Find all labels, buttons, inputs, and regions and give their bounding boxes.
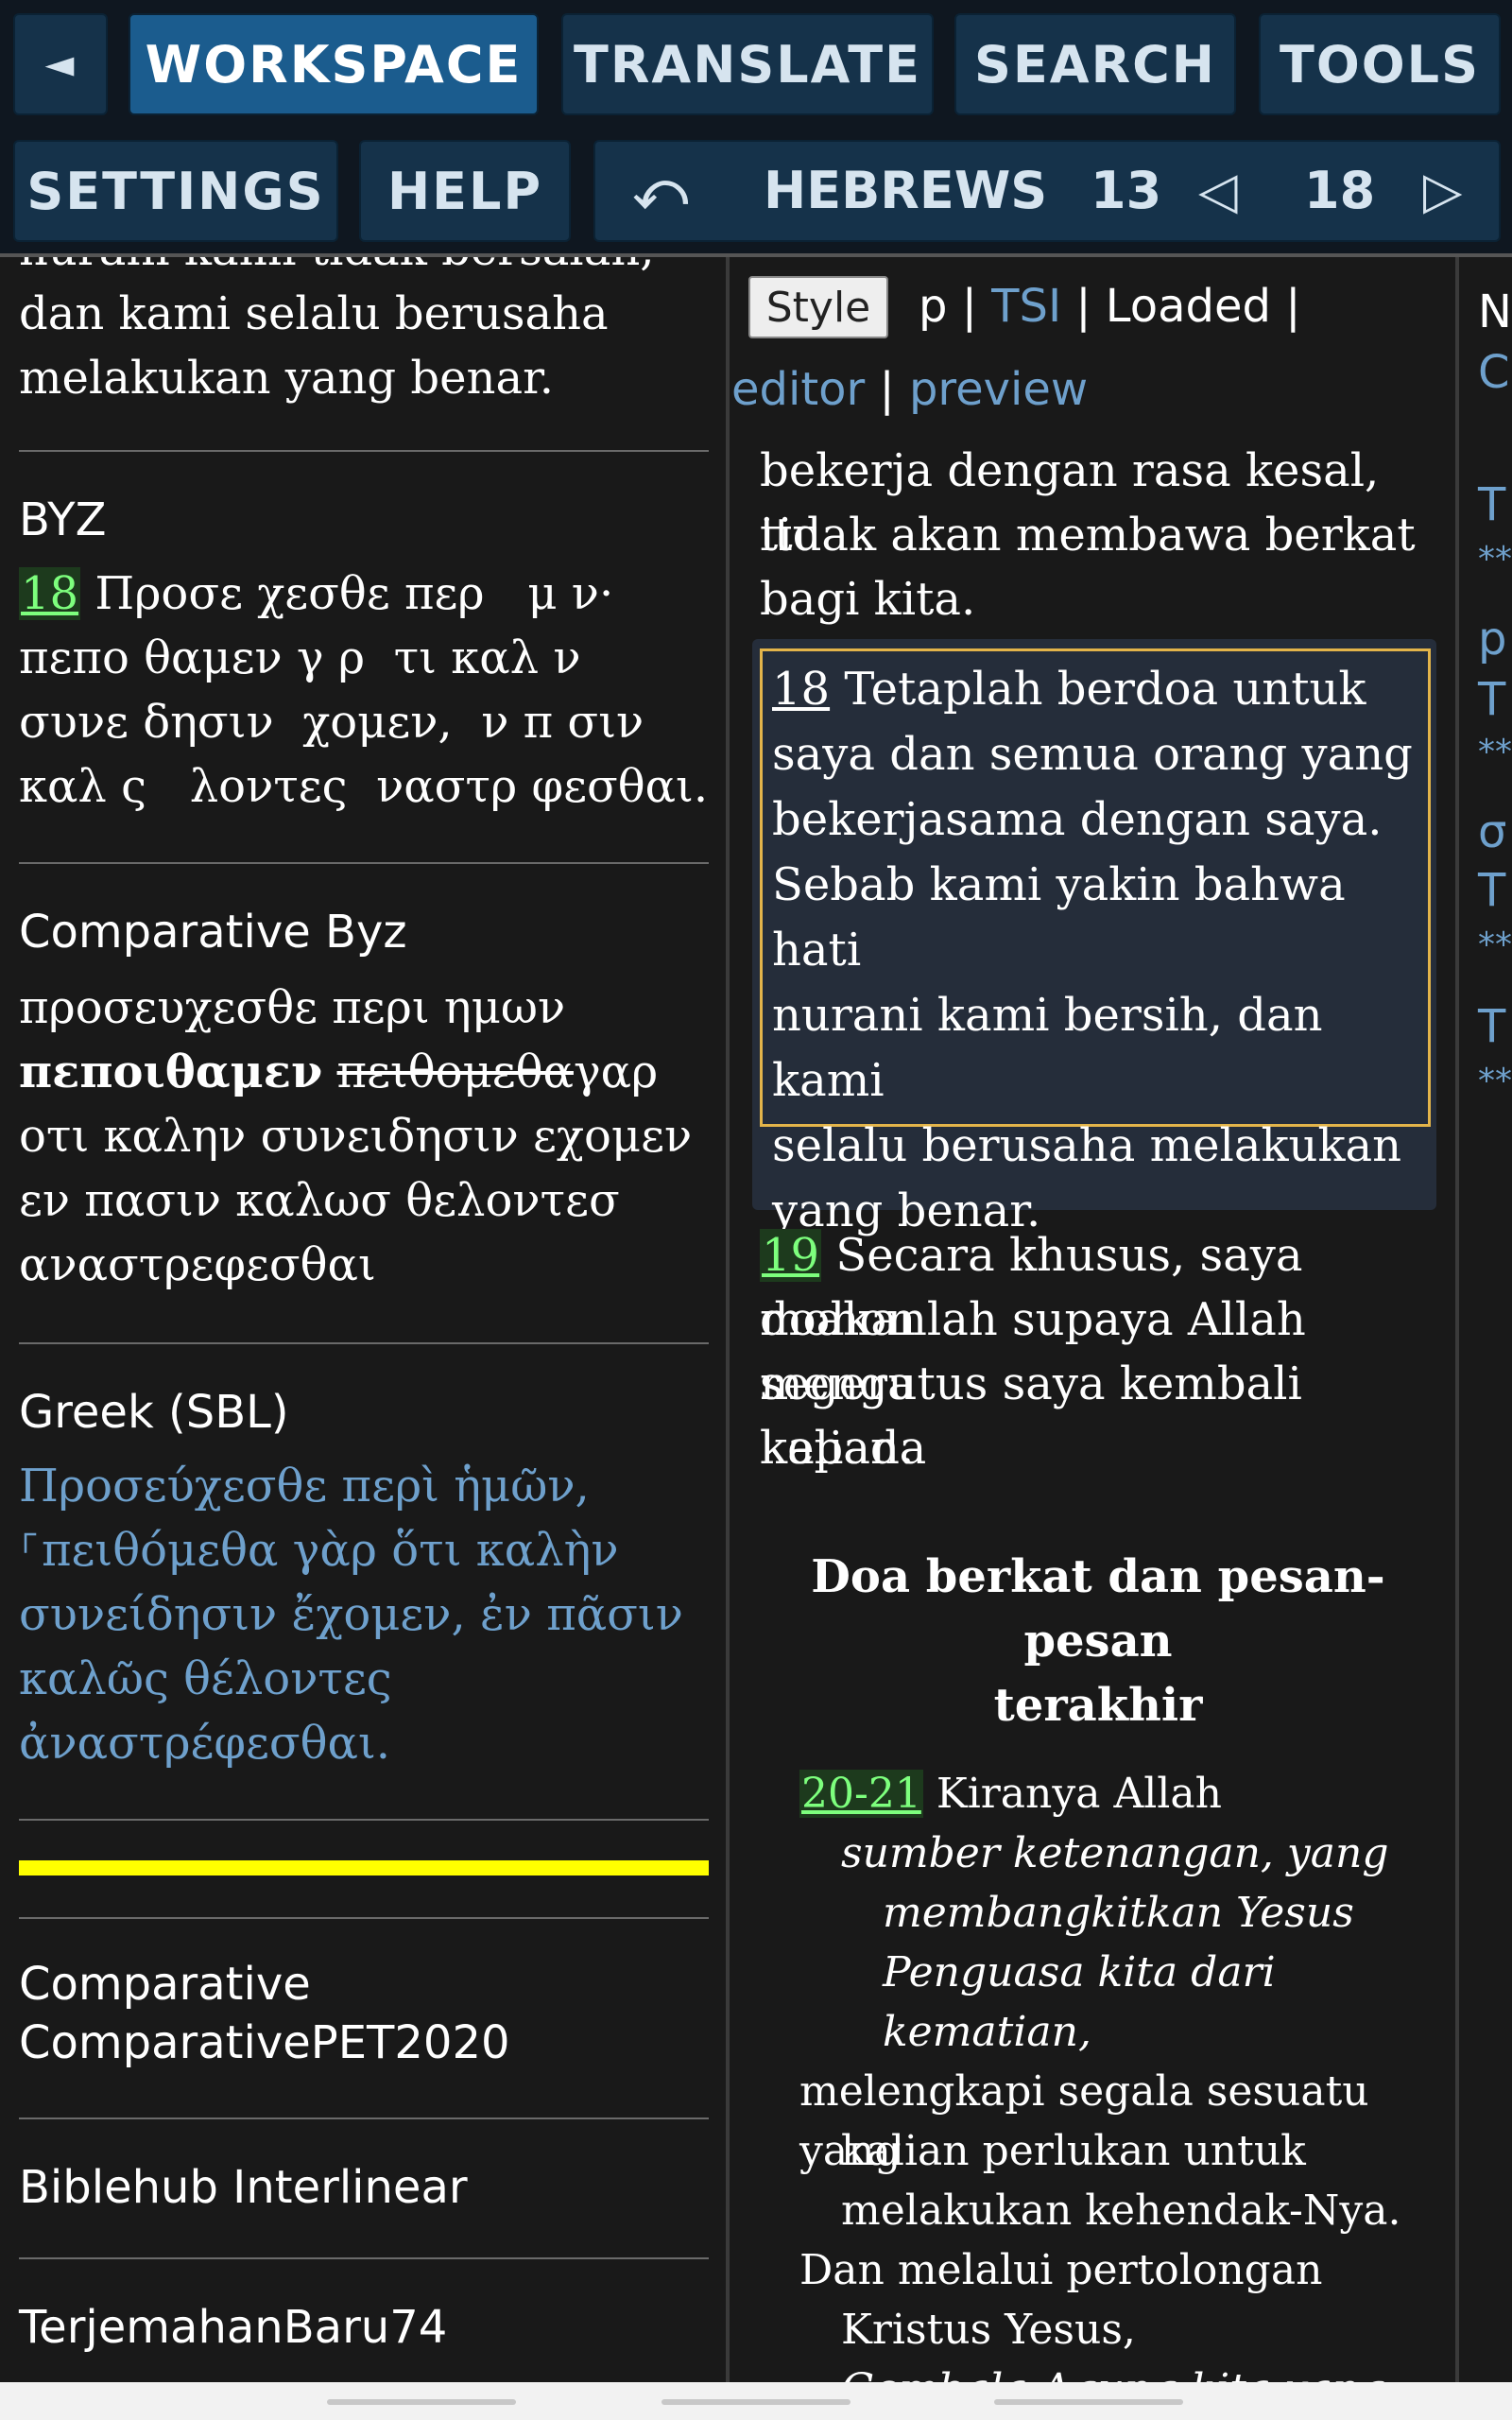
divider: [19, 1342, 709, 1344]
view-links: editor | preview: [731, 363, 1089, 416]
style-button[interactable]: Style: [748, 276, 888, 338]
divider: [19, 1917, 709, 1919]
reference-navigator: ⤺ HEBREWS 13 ◁ 18 ▷: [593, 140, 1501, 242]
comparative-line: οτι καλην συνειδησιν εχομεν: [19, 1110, 693, 1163]
divider: [19, 1819, 709, 1821]
notes-link[interactable]: T: [1478, 998, 1505, 1055]
comparative-line: αναστρεφεσθαι: [19, 1238, 376, 1291]
byz-verse-line: 18 Προσε χεσθε περ μ ν·: [19, 567, 614, 620]
prev-verse-icon[interactable]: ◁: [1198, 161, 1238, 221]
resource-label-comparative-byz[interactable]: Comparative Byz: [19, 900, 407, 964]
tab-search[interactable]: SEARCH: [954, 13, 1236, 115]
gesture-pill: [327, 2399, 516, 2405]
poetry-line: membangkitkan Yesus: [883, 1889, 1354, 1937]
byz-verse-line: καλ ς λοντες ναστρ φεσθαι.: [19, 760, 709, 813]
verse-20-line: 20-21 Kiranya Allah: [799, 1770, 1222, 1818]
verse-number[interactable]: 18: [772, 663, 830, 716]
resource-label-byz[interactable]: BYZ: [19, 488, 107, 552]
toolbar: ◄ WORKSPACE TRANSLATE SEARCH TOOLS SETTI…: [0, 0, 1512, 257]
gesture-pill: [994, 2399, 1183, 2405]
resource-label-sbl[interactable]: Greek (SBL): [19, 1380, 289, 1444]
tsi-link[interactable]: TSI: [991, 280, 1061, 333]
verse-number[interactable]: 20-21: [799, 1770, 923, 1818]
poetry-line: sumber ketenangan, yang: [841, 1829, 1389, 1877]
help-button[interactable]: HELP: [359, 140, 571, 242]
gesture-pill: [662, 2399, 850, 2405]
notes-link[interactable]: p: [1478, 611, 1506, 667]
poetry-line: kematian,: [883, 2008, 1091, 2056]
poetry-line: Penguasa kita dari: [883, 1948, 1276, 1996]
added-word: πεποιθαμεν: [19, 1046, 323, 1098]
tab-translate[interactable]: TRANSLATE: [561, 13, 934, 115]
verse-17-line: bagi kita.: [760, 573, 976, 626]
notes-text: **: [1478, 540, 1512, 579]
notes-link[interactable]: T: [1478, 476, 1505, 533]
chapter-selector[interactable]: 13: [1091, 161, 1161, 221]
divider: [19, 2257, 709, 2259]
tab-workspace[interactable]: WORKSPACE: [129, 13, 539, 115]
divider: [19, 862, 709, 864]
status-line: p | TSI | Loaded |: [919, 280, 1301, 333]
resource-text-line: melakukan yang benar.: [19, 352, 554, 405]
notes-pane[interactable]: N C T ** p T ** σ T ** T **: [1459, 257, 1512, 2382]
poetry-line: Kristus Yesus,: [841, 2306, 1136, 2354]
notes-text: **: [1478, 925, 1512, 964]
resource-label-tb74[interactable]: TerjemahanBaru74: [19, 2295, 447, 2360]
resources-pane[interactable]: nurani kami tidak bersalah, dan kami sel…: [0, 257, 726, 2382]
poetry-line: melakukan kehendak-Nya.: [841, 2187, 1401, 2235]
settings-button[interactable]: SETTINGS: [13, 140, 338, 242]
notes-link[interactable]: C: [1478, 344, 1510, 401]
poetry-line: kalian perlukan untuk: [841, 2127, 1306, 2175]
comparative-line: πεποιθαμεν πειθομεθαγαρ: [19, 1046, 659, 1098]
comparative-line: εν πασιν καλωσ θελοντεσ: [19, 1174, 620, 1227]
verse-number[interactable]: 18: [19, 567, 81, 620]
sbl-line: καλῶς θέλοντες: [19, 1652, 392, 1705]
back-arrow-icon: ◄: [44, 43, 77, 86]
verse-editor[interactable]: 18 Tetaplah berdoa untuk saya dan semua …: [760, 648, 1431, 1237]
divider: [19, 2118, 709, 2119]
sbl-line: συνείδησιν ἔχομεν, ἐν πᾶσιν: [19, 1588, 683, 1641]
highlight-bar: [19, 1860, 709, 1876]
editor-link[interactable]: editor: [731, 363, 865, 416]
next-verse-icon[interactable]: ▷: [1423, 161, 1463, 221]
notes-text: **: [1478, 733, 1512, 771]
verse-selector[interactable]: 18: [1304, 161, 1375, 221]
poetry-line: Gembala Agung kita yang: [841, 2360, 1386, 2382]
sbl-line: ⸀πειθόμεθα γὰρ ὅτι καλὴν: [19, 1524, 619, 1577]
resource-text-line: dan kami selalu berusaha: [19, 287, 609, 340]
notes-text: N: [1478, 285, 1512, 338]
verse-19-line: kalian.: [760, 1422, 915, 1475]
resource-label-biblehub[interactable]: Biblehub Interlinear: [19, 2155, 468, 2220]
collapse-button[interactable]: ◄: [13, 13, 108, 115]
notes-link[interactable]: T: [1478, 671, 1505, 728]
book-selector[interactable]: HEBREWS: [764, 161, 1047, 221]
verse-17-line: tidak akan membawa berkat: [760, 509, 1416, 562]
previous-resource-text: nurani kami tidak bersalah,: [19, 257, 655, 282]
sbl-line: Προσεύχεσθε περὶ ἡμῶν,: [19, 1460, 590, 1512]
byz-verse-line: πεπο θαμεν γ ρ τι καλ ν: [19, 631, 581, 684]
notes-link[interactable]: T: [1478, 862, 1505, 919]
notes-text: **: [1478, 1062, 1512, 1100]
byz-verse-line: συνε δησιν χομεν, ν π σιν: [19, 696, 644, 749]
poetry-line: Dan melalui pertolongan: [799, 2246, 1323, 2294]
undo-icon[interactable]: ⤺: [633, 161, 688, 221]
sbl-line: ἀναστρέφεσθαι.: [19, 1717, 391, 1770]
divider: [19, 450, 709, 452]
removed-word: πειθομεθα: [336, 1046, 574, 1098]
resource-label-pet2020[interactable]: Comparative ComparativePET2020: [19, 1955, 510, 2072]
notes-link[interactable]: σ: [1478, 804, 1506, 860]
verse-number[interactable]: 19: [760, 1229, 822, 1282]
section-heading: Doa berkat dan pesan-pesan terakhir: [811, 1550, 1385, 1732]
comparative-line: προσευχεσθε περι ημων: [19, 981, 566, 1034]
translation-pane[interactable]: Style p | TSI | Loaded | editor | previe…: [730, 257, 1455, 2382]
preview-link[interactable]: preview: [909, 363, 1088, 416]
tab-tools[interactable]: TOOLS: [1259, 13, 1501, 115]
